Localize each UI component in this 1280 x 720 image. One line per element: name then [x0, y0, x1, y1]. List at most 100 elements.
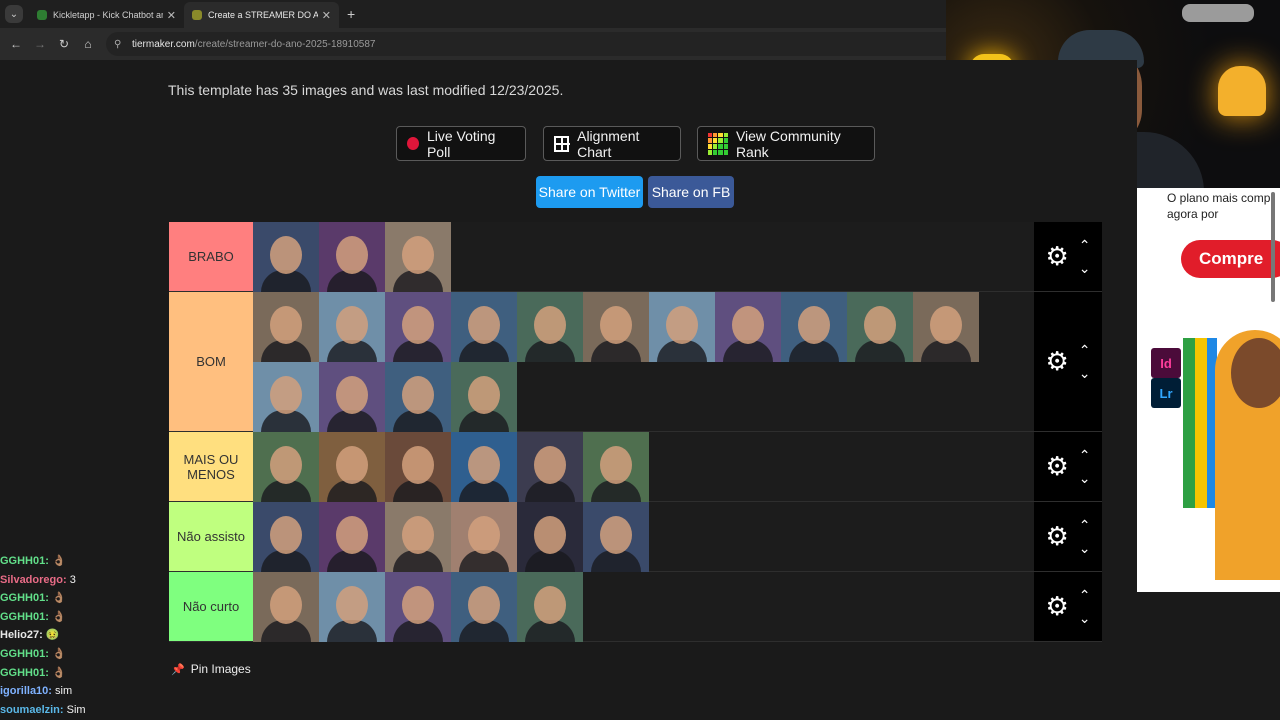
- gear-icon[interactable]: ⚙: [1045, 451, 1068, 482]
- streamer-thumbnail[interactable]: [649, 292, 715, 362]
- url-input[interactable]: ⚲ tiermaker.com/create/streamer-do-ano-2…: [106, 32, 946, 56]
- ad-headline: O plano mais comp agora por: [1167, 191, 1271, 221]
- streamer-thumbnail[interactable]: [451, 362, 517, 432]
- streamer-thumbnail[interactable]: [253, 362, 319, 432]
- share-fb-button[interactable]: Share on FB: [648, 176, 734, 208]
- streamer-thumbnail[interactable]: [385, 432, 451, 502]
- streamer-thumbnail[interactable]: [319, 572, 385, 642]
- streamer-thumbnail[interactable]: [319, 222, 385, 292]
- chevron-down-icon[interactable]: ⌄: [1079, 260, 1091, 277]
- chevron-down-icon[interactable]: ⌄: [1079, 540, 1091, 557]
- chat-message: igorilla10: sim: [0, 682, 170, 701]
- streamer-thumbnail[interactable]: [253, 572, 319, 642]
- chevron-up-icon[interactable]: ⌃: [1079, 587, 1091, 604]
- thumbnail-face-shape: [534, 446, 566, 484]
- tier-row: Não assisto ⚙ ⌃ ⌄: [169, 502, 1102, 572]
- streamer-thumbnail[interactable]: [253, 432, 319, 502]
- close-icon[interactable]: ✕: [322, 9, 331, 22]
- tier-move-arrows: ⌃ ⌄: [1079, 517, 1091, 557]
- close-icon[interactable]: ✕: [167, 9, 176, 22]
- chat-message: GGHH01: 👌🏽: [0, 589, 170, 608]
- streamer-thumbnail[interactable]: [781, 292, 847, 362]
- chevron-down-icon[interactable]: ⌄: [5, 5, 23, 23]
- chevron-down-icon[interactable]: ⌄: [1079, 610, 1091, 627]
- streamer-thumbnail[interactable]: [253, 222, 319, 292]
- home-icon[interactable]: ⌂: [76, 37, 100, 51]
- streamer-thumbnail[interactable]: [517, 502, 583, 572]
- tiermaker-favicon-icon: [192, 10, 202, 20]
- streamer-thumbnail[interactable]: [253, 502, 319, 572]
- back-icon[interactable]: ←: [4, 37, 28, 51]
- gear-icon[interactable]: ⚙: [1045, 521, 1068, 552]
- chevron-up-icon[interactable]: ⌃: [1079, 342, 1091, 359]
- forward-icon[interactable]: →: [28, 37, 52, 51]
- tier-label[interactable]: BOM: [169, 292, 253, 431]
- tier-label[interactable]: BRABO: [169, 222, 253, 291]
- streamer-thumbnail[interactable]: [583, 292, 649, 362]
- chevron-up-icon[interactable]: ⌃: [1079, 237, 1091, 254]
- new-tab-button[interactable]: +: [347, 6, 355, 22]
- streamer-thumbnail[interactable]: [715, 292, 781, 362]
- streamer-thumbnail[interactable]: [847, 292, 913, 362]
- advertisement-banner[interactable]: O plano mais comp agora por Compre Id Lr: [1137, 188, 1280, 592]
- streamer-thumbnail[interactable]: [451, 572, 517, 642]
- gear-icon[interactable]: ⚙: [1045, 241, 1068, 272]
- streamer-thumbnail[interactable]: [319, 362, 385, 432]
- site-info-icon[interactable]: ⚲: [114, 39, 126, 50]
- chat-text: sim: [55, 685, 73, 698]
- streamer-thumbnail[interactable]: [385, 222, 451, 292]
- chevron-down-icon[interactable]: ⌄: [1079, 365, 1091, 382]
- gear-icon[interactable]: ⚙: [1045, 346, 1068, 377]
- tier-list: BRABO ⚙ ⌃ ⌄ BOM ⚙ ⌃ ⌄ MAIS OU MENOS ⚙ ⌃ ⌄ Não assist…: [169, 222, 1102, 642]
- live-voting-poll-button[interactable]: Live Voting Poll: [396, 126, 526, 161]
- tier-row: BOM ⚙ ⌃ ⌄: [169, 292, 1102, 432]
- streamer-thumbnail[interactable]: [451, 432, 517, 502]
- streamer-thumbnail[interactable]: [451, 292, 517, 362]
- thumbnail-face-shape: [270, 516, 302, 554]
- browser-tab-kicklet[interactable]: Kickletapp - Kick Chatbot and ( ✕: [29, 2, 184, 28]
- chat-text: 3: [69, 573, 76, 586]
- streamer-thumbnail[interactable]: [583, 432, 649, 502]
- streamer-thumbnail[interactable]: [913, 292, 979, 362]
- thumbnail-face-shape: [336, 446, 368, 484]
- streamer-thumbnail[interactable]: [517, 572, 583, 642]
- streamer-thumbnail[interactable]: [319, 502, 385, 572]
- streamer-thumbnail[interactable]: [517, 432, 583, 502]
- streamer-thumbnail[interactable]: [385, 572, 451, 642]
- reload-icon[interactable]: ↻: [52, 37, 76, 51]
- streamer-thumbnail[interactable]: [319, 292, 385, 362]
- chat-text: 👌🏽: [51, 610, 66, 623]
- chevron-down-icon[interactable]: ⌄: [1079, 470, 1091, 487]
- ad-scrollbar[interactable]: [1271, 192, 1275, 302]
- share-twitter-button[interactable]: Share on Twitter: [536, 176, 643, 208]
- tier-label[interactable]: Não curto: [169, 572, 253, 641]
- tier-move-arrows: ⌃ ⌄: [1079, 587, 1091, 627]
- streamer-thumbnail[interactable]: [385, 362, 451, 432]
- chat-text: 👌🏽: [51, 592, 66, 605]
- thumbnail-face-shape: [864, 306, 896, 344]
- tier-row: BRABO ⚙ ⌃ ⌄: [169, 222, 1102, 292]
- tier-move-arrows: ⌃ ⌄: [1079, 447, 1091, 487]
- view-community-rank-button[interactable]: View Community Rank: [697, 126, 875, 161]
- streamer-thumbnail[interactable]: [319, 432, 385, 502]
- streamer-thumbnail[interactable]: [385, 292, 451, 362]
- streamer-thumbnail[interactable]: [451, 502, 517, 572]
- tier-row: MAIS OU MENOS ⚙ ⌃ ⌄: [169, 432, 1102, 502]
- ad-buy-button[interactable]: Compre: [1181, 240, 1280, 278]
- streamer-thumbnail[interactable]: [517, 292, 583, 362]
- streamer-thumbnail[interactable]: [253, 292, 319, 362]
- tier-label[interactable]: MAIS OU MENOS: [169, 432, 253, 501]
- gear-icon[interactable]: ⚙: [1045, 591, 1068, 622]
- tier-items: [253, 432, 1034, 502]
- streamer-thumbnail[interactable]: [385, 502, 451, 572]
- tier-label[interactable]: Não assisto: [169, 502, 253, 571]
- chevron-up-icon[interactable]: ⌃: [1079, 517, 1091, 534]
- chevron-up-icon[interactable]: ⌃: [1079, 447, 1091, 464]
- streamer-thumbnail[interactable]: [583, 502, 649, 572]
- alignment-chart-button[interactable]: Alignment Chart: [543, 126, 681, 161]
- tier-items: [253, 572, 1034, 642]
- browser-tab-tiermaker[interactable]: Create a STREAMER DO ANO ( ✕: [184, 2, 339, 28]
- tier-row: Não curto ⚙ ⌃ ⌄: [169, 572, 1102, 642]
- pin-images-toggle[interactable]: 📌 Pin Images: [171, 662, 251, 676]
- ad-model-face-shape: [1231, 338, 1280, 408]
